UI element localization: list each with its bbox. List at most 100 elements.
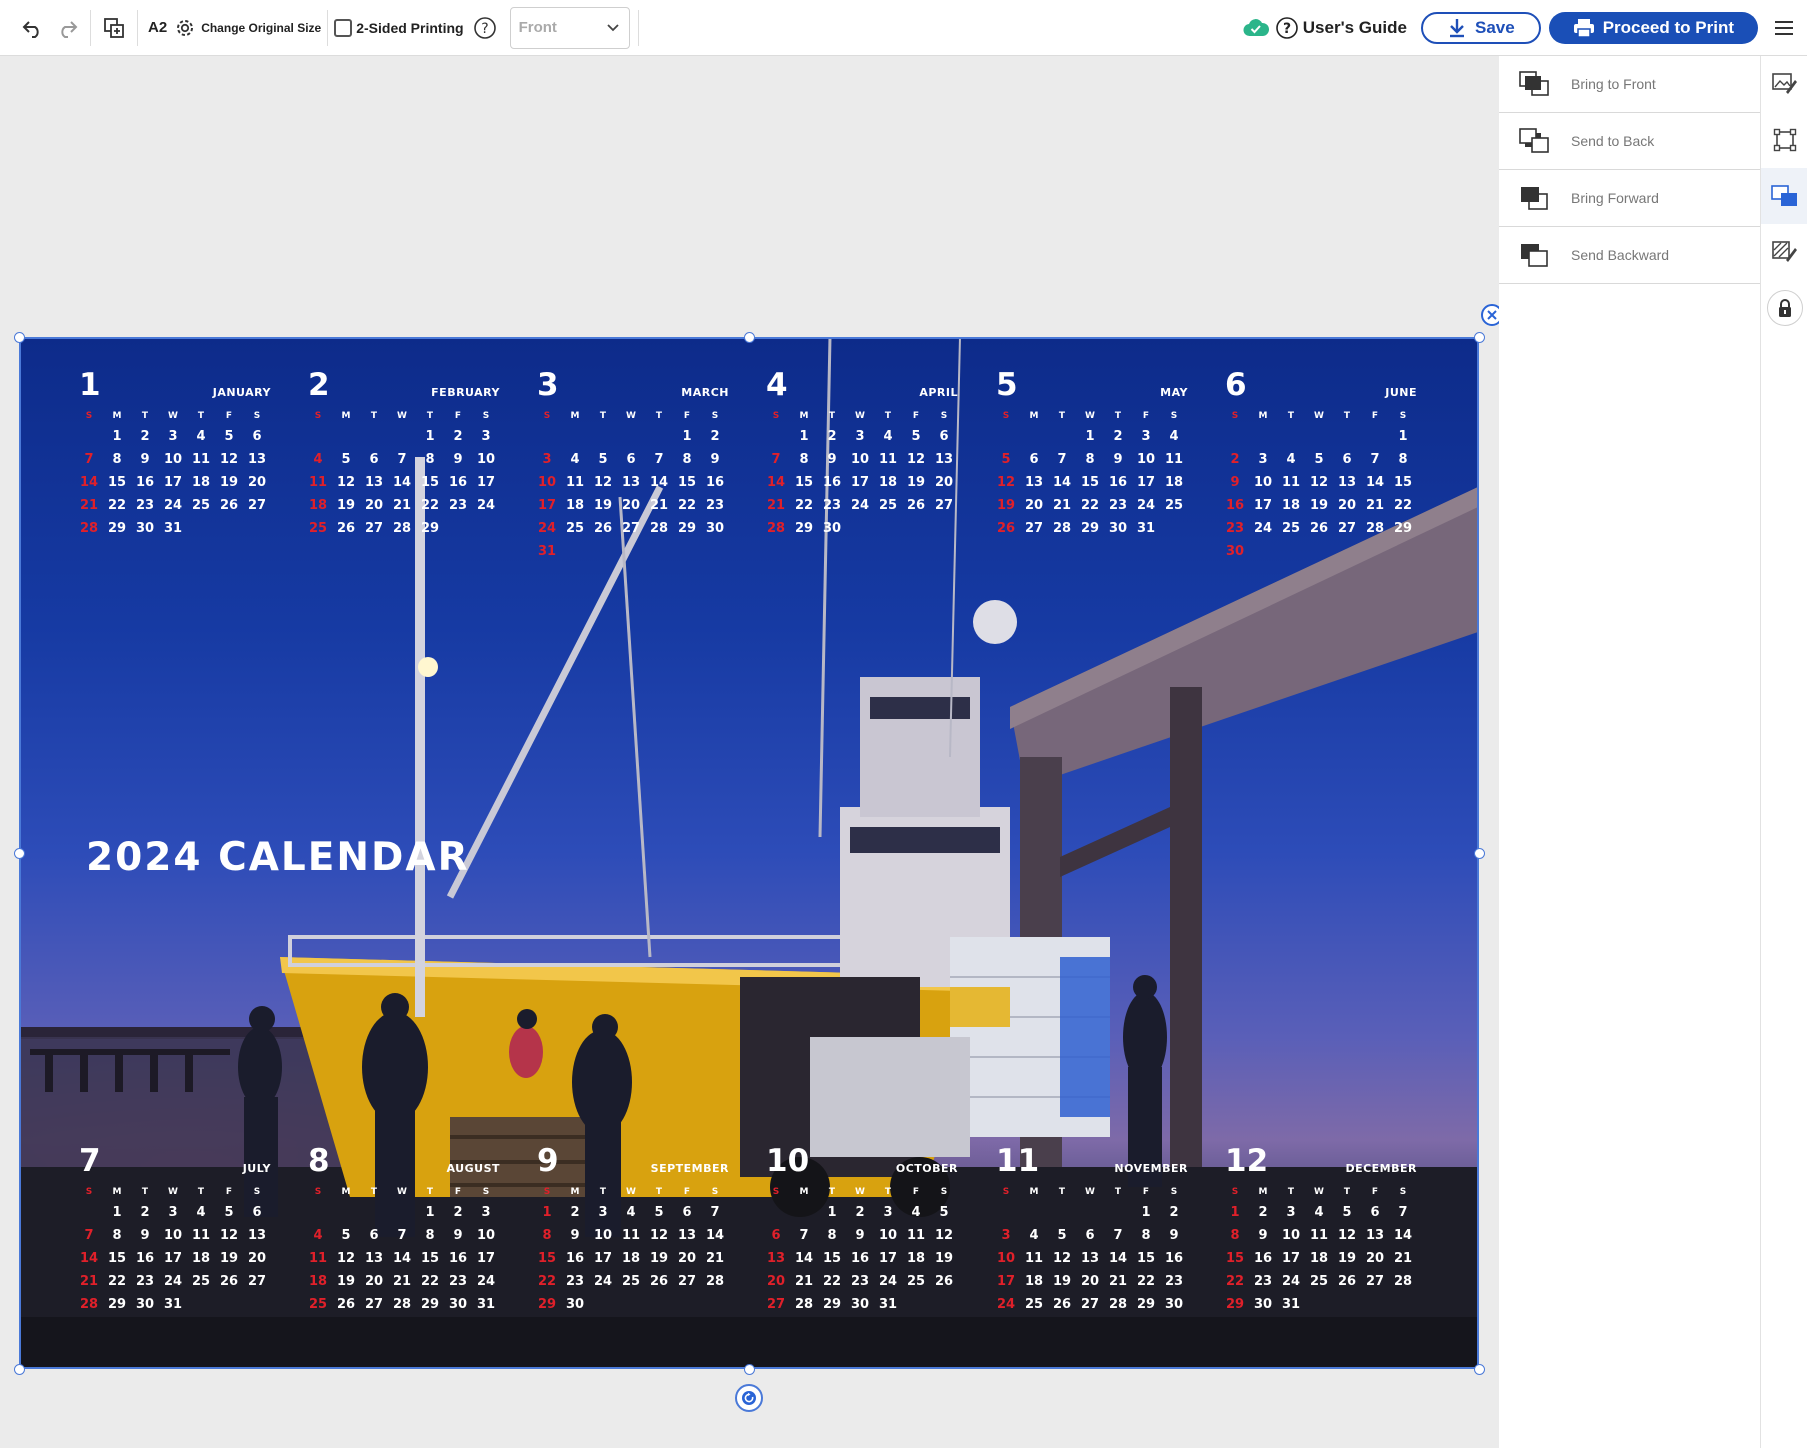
day-empty [1048, 429, 1076, 452]
day-cell: 10 [163, 1228, 183, 1243]
day-grid: 1 2 3 4 5 6 7 8 9 10 11 12 13 14 15 16 17 18 19 20 21 22 23 24 2… [992, 429, 1188, 544]
resize-handle-s[interactable] [744, 1364, 755, 1375]
proceed-to-print-button[interactable]: Proceed to Print [1548, 12, 1758, 44]
month-number: 1 [79, 367, 101, 403]
day-cell: 29 [1080, 521, 1100, 536]
day-cell: 15 [107, 1251, 127, 1266]
change-size-button[interactable]: Change Original Size [175, 18, 321, 38]
weekday-label: F [225, 1187, 233, 1197]
day-cell: 10 [1253, 475, 1273, 490]
weekday-header: SMTWTFS [75, 1187, 271, 1197]
day-cell: 5 [341, 1228, 351, 1243]
day-cell: 9 [827, 452, 837, 467]
two-sided-checkbox[interactable] [334, 18, 353, 37]
day-cell: 18 [308, 1274, 328, 1289]
send-to-back-button[interactable]: Send to Back [1499, 113, 1760, 170]
day-cell: 2 [1258, 1205, 1268, 1220]
rotate-handle-icon[interactable] [735, 1384, 763, 1412]
bring-to-front-button[interactable]: Bring to Front [1499, 56, 1760, 113]
day-cell: 30 [1253, 1297, 1273, 1312]
day-cell: 15 [1136, 1251, 1156, 1266]
day-cell: 25 [1281, 521, 1301, 536]
menu-icon[interactable] [1760, 11, 1807, 45]
bring-to-front-label: Bring to Front [1571, 76, 1656, 92]
day-cell: 29 [1225, 1297, 1245, 1312]
resize-handle-n[interactable] [744, 332, 755, 343]
day-cell: 28 [79, 521, 99, 536]
weekday-label: S [482, 1187, 490, 1197]
day-cell: 19 [336, 1274, 356, 1289]
calendar-poster[interactable]: 2024 CALENDAR 1 JANUARY S M T W T F S 1 2 3 4 5 6 7 8 9 10… [20, 337, 1478, 1367]
day-cell: 28 [1365, 521, 1385, 536]
month-name: FEBRUARY [431, 386, 500, 399]
day-cell: 3 [1141, 429, 1151, 444]
day-cell: 9 [570, 1228, 580, 1243]
save-button[interactable]: Save [1420, 12, 1541, 44]
undo-icon[interactable] [16, 11, 50, 45]
month-number: 5 [996, 367, 1018, 403]
weekday-label: S [711, 411, 719, 421]
day-cell: 7 [799, 1228, 809, 1243]
send-backward-button[interactable]: Send Backward [1499, 227, 1760, 284]
day-cell: 18 [308, 498, 328, 513]
edit-image-tool[interactable] [1761, 56, 1807, 112]
save-label: Save [1474, 18, 1515, 37]
day-cell: 5 [1342, 1205, 1352, 1220]
resize-handle-se[interactable] [1474, 1364, 1485, 1375]
arrange-tool[interactable] [1761, 168, 1807, 224]
two-sided-toggle[interactable]: 2-Sided Printing [334, 18, 464, 37]
day-cell: 14 [649, 475, 669, 490]
resize-handle-nw[interactable] [14, 332, 25, 343]
day-cell: 11 [191, 1228, 211, 1243]
day-cell: 28 [392, 1297, 412, 1312]
day-cell: 1 [112, 1205, 122, 1220]
crop-frame-tool[interactable] [1761, 112, 1807, 168]
day-empty [75, 429, 103, 452]
resize-handle-e[interactable] [1474, 848, 1485, 859]
day-cell: 10 [476, 1228, 496, 1243]
day-cell: 31 [163, 1297, 183, 1312]
day-cell: 10 [593, 1228, 613, 1243]
day-cell: 6 [1370, 1205, 1380, 1220]
day-empty [1249, 429, 1277, 452]
duplicate-icon[interactable] [97, 11, 131, 45]
day-cell: 9 [855, 1228, 865, 1243]
resize-handle-sw[interactable] [14, 1364, 25, 1375]
day-cell: 21 [794, 1274, 814, 1289]
day-empty [332, 429, 360, 452]
bring-forward-button[interactable]: Bring Forward [1499, 170, 1760, 227]
day-cell: 30 [850, 1297, 870, 1312]
day-cell: 7 [84, 452, 94, 467]
day-cell: 10 [996, 1251, 1016, 1266]
day-cell: 23 [565, 1274, 585, 1289]
divider [90, 9, 91, 46]
day-cell: 14 [1052, 475, 1072, 490]
day-cell: 24 [1136, 498, 1156, 513]
weekday-label: F [912, 1187, 920, 1197]
day-cell: 21 [79, 498, 99, 513]
day-cell: 28 [1108, 1297, 1128, 1312]
weekday-label: S [1170, 411, 1178, 421]
day-cell: 29 [420, 1297, 440, 1312]
weekday-label: S [1231, 1187, 1239, 1197]
day-empty [1048, 1205, 1076, 1228]
weekday-label: F [683, 1187, 691, 1197]
day-cell: 22 [1080, 498, 1100, 513]
day-cell: 7 [710, 1205, 720, 1220]
side-select[interactable]: Front [509, 6, 630, 49]
resize-handle-ne[interactable] [1474, 332, 1485, 343]
help-icon[interactable]: ? [468, 11, 502, 45]
resize-handle-w[interactable] [14, 848, 25, 859]
day-cell: 18 [191, 1251, 211, 1266]
proceed-label: Proceed to Print [1602, 18, 1734, 37]
users-guide-link[interactable]: ? User's Guide [1275, 16, 1407, 40]
day-cell: 2 [140, 1205, 150, 1220]
day-cell: 5 [224, 1205, 234, 1220]
day-cell: 27 [1337, 521, 1357, 536]
weekday-label: S [1002, 411, 1010, 421]
redo-icon[interactable] [50, 11, 84, 45]
weekday-label: W [397, 411, 407, 421]
day-cell: 22 [1225, 1274, 1245, 1289]
lock-tool[interactable] [1761, 280, 1807, 336]
style-tool[interactable] [1761, 224, 1807, 280]
